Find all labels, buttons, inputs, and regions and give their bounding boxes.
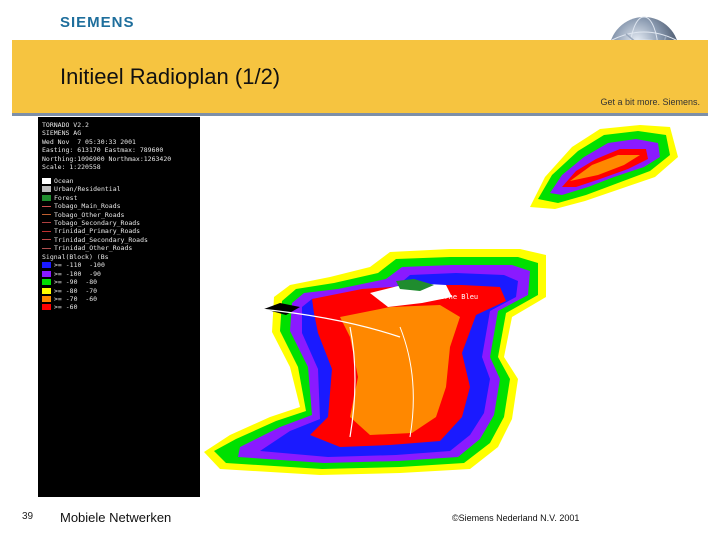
legend-signal-op: >= xyxy=(54,261,62,270)
legend-swatch xyxy=(42,178,51,184)
legend-signal-from: -70 xyxy=(65,294,78,303)
coverage-map: Morne Bleu xyxy=(204,125,678,475)
legend-signal-row: >= -110 -100 xyxy=(42,261,109,269)
legend-header-line: SIEMENS AG xyxy=(42,129,82,138)
legend-line xyxy=(42,239,51,241)
legend-swatch xyxy=(42,194,51,201)
legend-road: Trinidad_Other_Roads xyxy=(42,244,148,252)
legend-label: Ocean xyxy=(54,177,74,185)
legend-signal-from: -110 xyxy=(65,261,82,270)
legend-label: Forest xyxy=(54,193,78,202)
legend-header: TORNADO V2.2 SIEMENS AG Wed Nov 7 05:30:… xyxy=(42,121,171,171)
legend-line xyxy=(42,214,51,216)
legend-swatch xyxy=(42,287,51,294)
legend-label: Urban/Residential xyxy=(54,185,121,194)
legend-signal-row: >= -70 -60 xyxy=(42,295,109,303)
legend-signal-row: >= -80 -70 xyxy=(42,287,109,295)
slide-title: Initieel Radioplan (1/2) xyxy=(60,64,281,89)
legend-label: Tobago_Main_Roads xyxy=(54,202,121,211)
legend-signal-to: -100 xyxy=(89,261,105,270)
legend-signal-op: >= xyxy=(54,303,62,312)
map-legend: TORNADO V2.2 SIEMENS AG Wed Nov 7 05:30:… xyxy=(38,117,200,497)
legend-line xyxy=(42,247,51,249)
legend-class-forest: Forest xyxy=(42,194,148,202)
legend-label: Tobago_Other_Roads xyxy=(54,210,125,219)
legend-line xyxy=(42,205,51,207)
legend-signal-op: >= xyxy=(54,278,62,287)
legend-label: Trinidad_Primary_Roads xyxy=(54,227,141,236)
legend-swatch xyxy=(42,295,51,302)
legend-signal-from: -100 xyxy=(65,269,82,278)
legend-swatch xyxy=(42,270,51,277)
legend-signal-title: Signal(Block) (Bs xyxy=(42,253,109,261)
legend-classes: Ocean Urban/Residential Forest Tobago_Ma… xyxy=(42,177,148,253)
legend-swatch xyxy=(42,186,51,193)
legend-signal-op: >= xyxy=(54,286,62,295)
banner-divider xyxy=(12,113,708,116)
legend-signal-op: >= xyxy=(54,269,62,278)
legend-label: Tobago_Secondary_Roads xyxy=(54,218,141,227)
legend-label: Trinidad_Secondary_Roads xyxy=(54,235,148,244)
legend-road: Trinidad_Secondary_Roads xyxy=(42,236,148,244)
radio-plan-screenshot: TORNADO V2.2 SIEMENS AG Wed Nov 7 05:30:… xyxy=(38,117,682,497)
legend-swatch xyxy=(42,304,51,311)
legend-signal-from: -80 xyxy=(65,286,78,295)
legend-header-line: TORNADO V2.2 xyxy=(42,121,89,129)
legend-header-line: Wed Nov 7 05:30:33 2001 xyxy=(42,137,136,146)
legend-line xyxy=(42,230,51,232)
legend-signal-row: >= -100 -90 xyxy=(42,270,109,278)
legend-signal-op: >= xyxy=(54,294,62,303)
legend-signal-to: -60 xyxy=(85,294,98,303)
legend-road: Tobago_Main_Roads xyxy=(42,202,148,210)
legend-line xyxy=(42,222,51,224)
legend-signal-row: >= -60 xyxy=(42,303,109,311)
copyright-notice: ©Siemens Nederland N.V. 2001 xyxy=(452,513,580,523)
legend-road: Tobago_Other_Roads xyxy=(42,211,148,219)
legend-signal-from: -60 xyxy=(65,303,78,312)
map-place-label: Morne Bleu xyxy=(436,293,478,301)
tagline: Get a bit more. Siemens. xyxy=(600,97,700,107)
slide-number: 39 xyxy=(22,511,34,522)
legend-header-line: Northing:1096900 Northmax:1263420 xyxy=(42,154,172,163)
legend-signal: Signal(Block) (Bs >= -110 -100 >= -100 -… xyxy=(42,253,109,312)
legend-road: Trinidad_Primary_Roads xyxy=(42,227,148,235)
legend-header-line: Easting: 613170 Eastmax: 789600 xyxy=(42,146,164,155)
legend-signal-row: >= -90 -80 xyxy=(42,278,109,286)
legend-class-ocean: Ocean xyxy=(42,177,148,185)
legend-swatch xyxy=(42,279,51,286)
legend-swatch xyxy=(42,262,51,269)
legend-signal-to: -80 xyxy=(85,278,98,287)
legend-label: Trinidad_Other_Roads xyxy=(54,244,133,253)
tobago-coverage xyxy=(530,125,678,209)
legend-signal-to: -70 xyxy=(85,286,98,295)
course-name: Mobiele Netwerken xyxy=(60,510,172,525)
legend-header-line: Scale: 1:220558 xyxy=(42,162,101,171)
legend-signal-from: -90 xyxy=(65,278,78,287)
siemens-logo: SIEMENS xyxy=(60,14,135,31)
legend-road: Tobago_Secondary_Roads xyxy=(42,219,148,227)
legend-class-urban: Urban/Residential xyxy=(42,185,148,193)
legend-signal-to: -90 xyxy=(89,269,101,278)
trinidad-coverage xyxy=(204,249,546,475)
